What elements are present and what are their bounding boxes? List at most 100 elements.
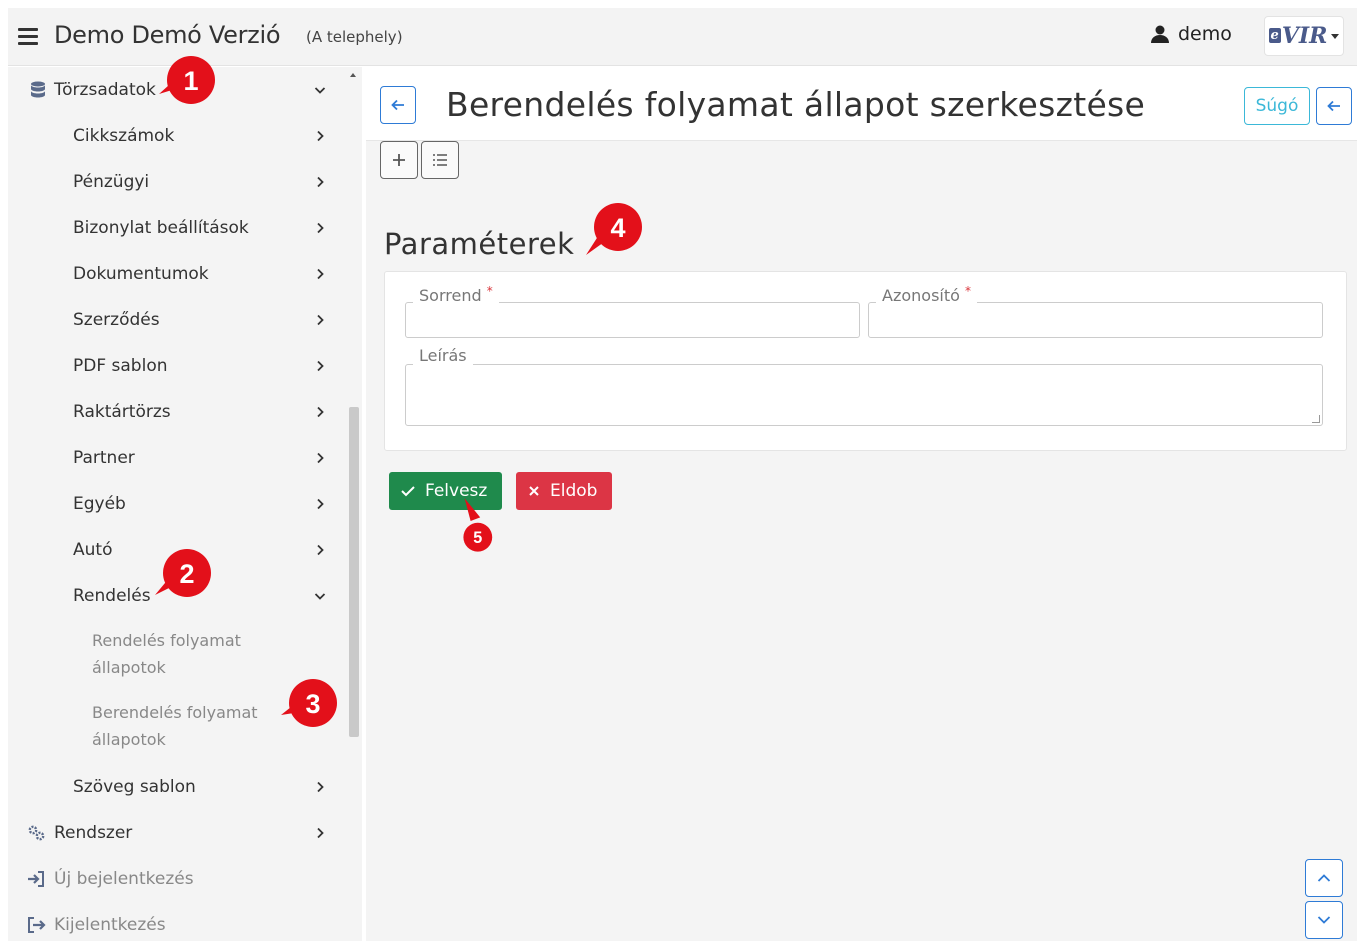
callout-3: 3 <box>281 679 337 727</box>
sidebar-item-label: Rendszer <box>54 823 133 843</box>
chevron-right-icon <box>317 498 324 510</box>
svg-text:4: 4 <box>610 213 625 243</box>
chevron-right-icon <box>317 406 324 418</box>
help-button[interactable]: Súgó <box>1244 87 1310 125</box>
sidebar-item-label: Szerződés <box>73 310 160 330</box>
check-icon <box>401 486 415 497</box>
sidebar-scrollbar[interactable] <box>346 67 362 941</box>
sidebar: Törzsadatok Cikkszámok Pénzügyi Bizonyla… <box>8 67 346 941</box>
id-label: Azonosító * <box>876 284 977 305</box>
sidebar-item-szoveg-sablon[interactable]: Szöveg sablon <box>8 764 346 810</box>
chevron-right-icon <box>317 544 324 556</box>
id-input-box[interactable] <box>868 302 1323 338</box>
sidebar-item-label: Pénzügyi <box>73 172 150 192</box>
caret-down-icon <box>1331 33 1340 39</box>
add-button[interactable] <box>380 141 418 179</box>
resize-handle-icon[interactable] <box>1312 415 1320 423</box>
main-content: Berendelés folyamat állapot szerkesztése… <box>366 67 1357 941</box>
callout-2: 2 <box>155 549 211 597</box>
hamburger-menu-icon[interactable] <box>18 28 38 45</box>
discard-label: Eldob <box>550 481 598 501</box>
scrollbar-thumb[interactable] <box>349 407 359 737</box>
sidebar-item-bizonylat-beallitasok[interactable]: Bizonylat beállítások <box>8 205 346 251</box>
sidebar-item-label: Kijelentkezés <box>54 915 166 935</box>
plus-icon <box>393 154 405 166</box>
callout-1: 1 <box>159 56 215 104</box>
parameters-panel: Sorrend * Azonosító * Leírás <box>384 271 1347 451</box>
order-input-box[interactable] <box>405 302 860 338</box>
sidebar-item-label: Bizonylat beállítások <box>73 218 249 238</box>
sidebar-item-egyeb[interactable]: Egyéb <box>8 481 346 527</box>
chevron-up-icon <box>1317 874 1331 882</box>
gears-icon <box>28 825 45 841</box>
sidebar-item-label: Dokumentumok <box>73 264 209 284</box>
sidebar-item-label: Rendelés <box>73 586 151 606</box>
site-name: (A telephely) <box>306 28 403 46</box>
sidebar-item-rendszer[interactable]: Rendszer <box>8 810 346 856</box>
list-icon <box>433 154 447 166</box>
description-field: Leírás <box>405 346 1323 428</box>
sidebar-item-penzugyi[interactable]: Pénzügyi <box>8 159 346 205</box>
description-textarea[interactable] <box>406 365 1322 425</box>
logo-dropdown-button[interactable]: e VIR <box>1264 16 1344 56</box>
discard-button[interactable]: Eldob <box>516 472 612 510</box>
user-menu[interactable]: demo <box>1150 23 1232 45</box>
chevron-right-icon <box>317 827 324 839</box>
sidebar-item-cikkszamok[interactable]: Cikkszámok <box>8 113 346 159</box>
sidebar-item-uj-bejelentkezes[interactable]: Új bejelentkezés <box>8 856 346 902</box>
description-textarea-box[interactable] <box>405 364 1323 426</box>
order-input[interactable] <box>406 303 859 337</box>
sidebar-item-label: Autó <box>73 540 113 560</box>
svg-text:2: 2 <box>179 559 194 589</box>
chevron-down-icon <box>314 593 326 600</box>
user-name: demo <box>1178 23 1232 45</box>
chevron-right-icon <box>317 268 324 280</box>
sign-in-icon <box>28 871 44 887</box>
id-input[interactable] <box>869 303 1322 337</box>
back-button[interactable] <box>380 86 416 124</box>
chevron-right-icon <box>317 222 324 234</box>
arrow-left-icon <box>1327 100 1340 112</box>
user-icon <box>1151 25 1169 43</box>
page-title: Berendelés folyamat állapot szerkesztése <box>446 85 1146 124</box>
close-icon <box>529 486 539 496</box>
sign-out-icon <box>28 917 46 933</box>
list-button[interactable] <box>421 141 459 179</box>
page-header: Berendelés folyamat állapot szerkesztése… <box>366 67 1357 141</box>
chevron-right-icon <box>317 360 324 372</box>
chevron-down-icon <box>314 87 326 94</box>
callout-4: 4 <box>586 203 642 255</box>
scroll-bottom-button[interactable] <box>1305 901 1343 939</box>
sidebar-item-dokumentumok[interactable]: Dokumentumok <box>8 251 346 297</box>
sidebar-item-szerzodes[interactable]: Szerződés <box>8 297 346 343</box>
arrow-left-icon <box>391 99 404 111</box>
database-icon <box>31 81 45 98</box>
sidebar-item-pdf-sablon[interactable]: PDF sablon <box>8 343 346 389</box>
sidebar-item-partner[interactable]: Partner <box>8 435 346 481</box>
chevron-right-icon <box>317 130 324 142</box>
chevron-right-icon <box>317 314 324 326</box>
svg-text:3: 3 <box>305 689 320 719</box>
sidebar-item-label: Szöveg sablon <box>73 777 196 797</box>
order-field: Sorrend * <box>405 284 860 338</box>
scroll-up-arrow-icon[interactable] <box>350 73 356 77</box>
back-button-right[interactable] <box>1316 87 1352 125</box>
chevron-right-icon <box>317 781 324 793</box>
chevron-right-icon <box>317 452 324 464</box>
app-title: Demo Demó Verzió <box>54 21 281 49</box>
svg-text:1: 1 <box>183 66 198 96</box>
sidebar-item-label: Raktártörzs <box>73 402 171 422</box>
sidebar-item-label: Egyéb <box>73 494 126 514</box>
order-label: Sorrend * <box>413 284 499 305</box>
evir-logo: e VIR <box>1268 23 1328 49</box>
sidebar-item-label: Új bejelentkezés <box>54 869 194 889</box>
sidebar-item-label: Berendelés folyamat állapotok <box>92 703 258 749</box>
scroll-top-button[interactable] <box>1305 859 1343 897</box>
svg-text:5: 5 <box>473 529 482 547</box>
sidebar-item-kijelentkezes[interactable]: Kijelentkezés <box>8 902 346 941</box>
section-title: Paraméterek <box>384 227 575 261</box>
sidebar-item-label: Partner <box>73 448 135 468</box>
sidebar-item-raktartorzs[interactable]: Raktártörzs <box>8 389 346 435</box>
id-field: Azonosító * <box>868 284 1323 338</box>
description-label: Leírás <box>413 346 473 365</box>
